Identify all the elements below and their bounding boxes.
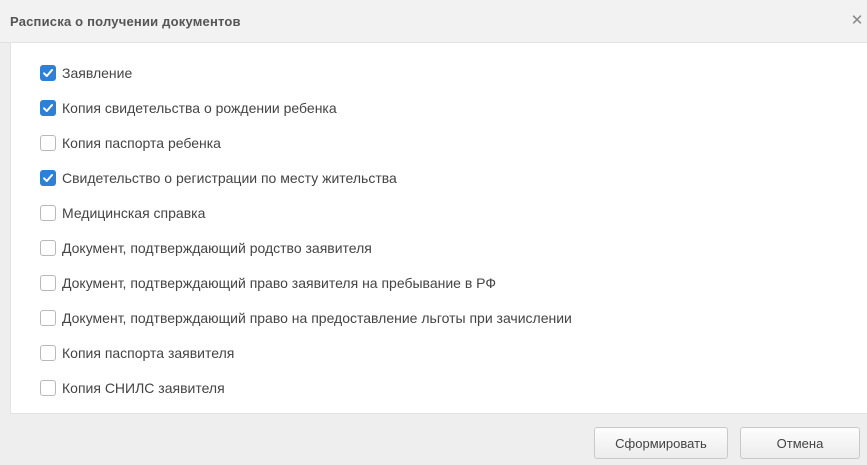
checkbox-label: Документ, подтверждающий родство заявите… <box>62 240 372 256</box>
document-checkbox-item[interactable]: Документ, подтверждающий право заявителя… <box>40 273 496 293</box>
checkbox-label: Копия СНИЛС заявителя <box>62 380 225 396</box>
documents-panel: Заявление Копия свидетельства о рождении… <box>10 42 867 414</box>
checkbox[interactable] <box>40 170 56 186</box>
document-checkbox-item[interactable]: Копия СНИЛС заявителя <box>40 378 225 398</box>
checkbox-label: Копия паспорта заявителя <box>62 345 235 361</box>
dialog-titlebar: Расписка о получении документов ✕ <box>0 0 867 43</box>
checkbox-label: Копия паспорта ребенка <box>62 135 221 151</box>
checkbox-label: Документ, подтверждающий право заявителя… <box>62 275 496 291</box>
close-icon[interactable]: ✕ <box>849 12 865 30</box>
dialog-title: Расписка о получении документов <box>10 14 241 29</box>
receipt-dialog: Расписка о получении документов ✕ Заявле… <box>0 0 867 465</box>
checkbox[interactable] <box>40 205 56 221</box>
form-button[interactable]: Сформировать <box>594 427 728 459</box>
checkbox-label: Медицинская справка <box>62 205 206 221</box>
checkbox-label: Заявление <box>62 65 133 81</box>
checkbox-label: Копия свидетельства о рождении ребенка <box>62 100 337 116</box>
checkbox[interactable] <box>40 65 56 81</box>
cancel-button[interactable]: Отмена <box>740 427 860 459</box>
document-checkbox-item[interactable]: Заявление <box>40 63 132 83</box>
checkbox[interactable] <box>40 240 56 256</box>
document-checkbox-item[interactable]: Медицинская справка <box>40 203 205 223</box>
document-checkbox-item[interactable]: Копия свидетельства о рождении ребенка <box>40 98 337 118</box>
checkmark-icon <box>43 104 53 112</box>
checkbox[interactable] <box>40 275 56 291</box>
document-checkbox-item[interactable]: Документ, подтверждающий родство заявите… <box>40 238 372 258</box>
document-checkbox-item[interactable]: Копия паспорта ребенка <box>40 133 221 153</box>
document-checkbox-item[interactable]: Свидетельство о регистрации по месту жит… <box>40 168 397 188</box>
checkmark-icon <box>43 174 53 182</box>
checkbox-label: Документ, подтверждающий право на предос… <box>62 310 572 326</box>
checkbox[interactable] <box>40 380 56 396</box>
checkbox[interactable] <box>40 135 56 151</box>
document-checkbox-item[interactable]: Документ, подтверждающий право на предос… <box>40 308 572 328</box>
checkbox[interactable] <box>40 100 56 116</box>
dialog-footer: Сформировать Отмена <box>0 414 867 465</box>
document-checkbox-item[interactable]: Копия паспорта заявителя <box>40 343 234 363</box>
checkbox[interactable] <box>40 345 56 361</box>
checkmark-icon <box>43 69 53 77</box>
checkbox[interactable] <box>40 310 56 326</box>
checkbox-label: Свидетельство о регистрации по месту жит… <box>62 170 397 186</box>
